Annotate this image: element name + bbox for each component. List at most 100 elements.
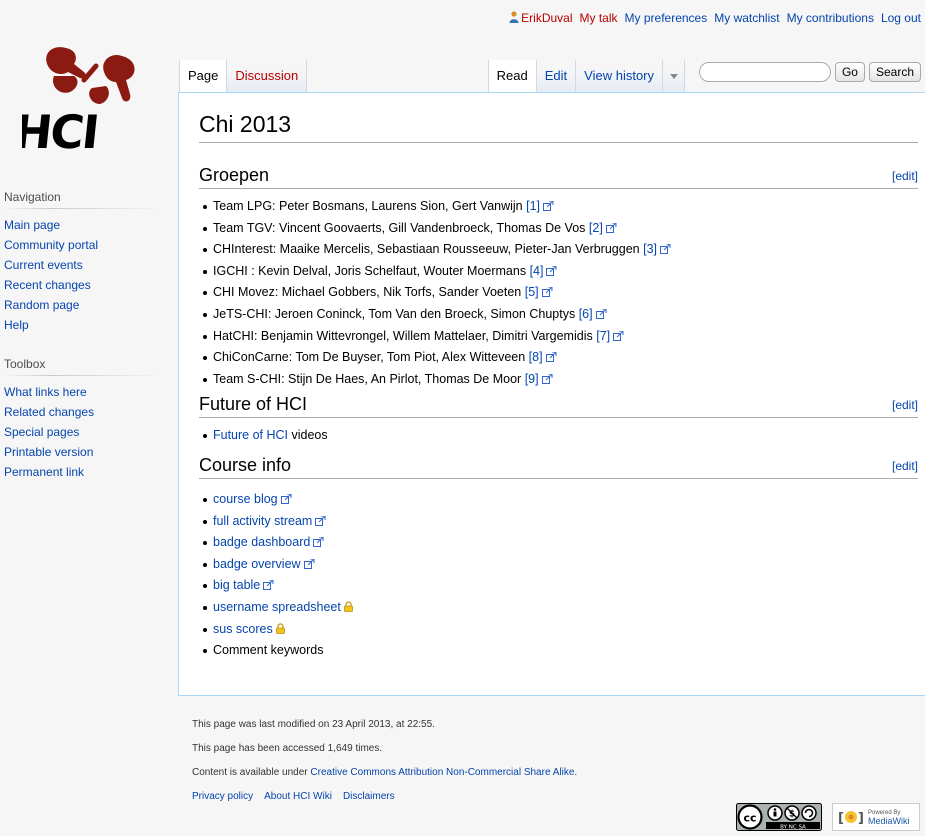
more-actions-menu[interactable] (663, 60, 685, 92)
tab-view-history[interactable]: View history (576, 60, 663, 92)
license-prefix: Content is available under (192, 767, 311, 778)
username-spreadsheet-link[interactable]: username spreadsheet (213, 600, 341, 614)
license-link[interactable]: Creative Commons Attribution Non-Commerc… (310, 767, 574, 778)
sidebar-link[interactable]: Help (4, 318, 29, 332)
view-tabs: Read Edit View history (487, 60, 685, 92)
my-contributions-link[interactable]: My contributions (787, 11, 874, 25)
external-ref-link[interactable]: [2] (589, 221, 603, 235)
logout-link[interactable]: Log out (881, 11, 921, 25)
sidebar-link[interactable]: Main page (4, 218, 60, 232)
sidebar-link[interactable]: Community portal (4, 238, 98, 252)
list-item: big table (203, 575, 918, 597)
site-logo[interactable]: HCI (11, 36, 160, 164)
edit-section-groepen-link[interactable]: [edit] (892, 169, 918, 183)
tab-edit-label: Edit (544, 68, 568, 83)
external-ref-link[interactable]: [6] (579, 307, 593, 321)
group-text: Team S-CHI: Stijn De Haes, An Pirlot, Th… (213, 371, 522, 386)
toolbox-portal: Toolbox What links here Related changes … (4, 357, 164, 482)
sidebar-item-special-pages[interactable]: Special pages (4, 422, 164, 442)
sidebar-link[interactable]: Printable version (4, 445, 93, 459)
sidebar-link[interactable]: What links here (4, 385, 87, 399)
section-heading-course-info: Course info (199, 455, 918, 479)
logo-text: HCI (22, 105, 100, 159)
tab-page[interactable]: Page (179, 60, 228, 92)
badge-overview-link[interactable]: badge overview (213, 557, 301, 571)
external-link-icon (541, 373, 553, 384)
my-preferences-link[interactable]: My preferences (625, 11, 708, 25)
disclaimers-link[interactable]: Disclaimers (343, 790, 395, 814)
big-table-link[interactable]: big table (213, 578, 260, 592)
go-button[interactable]: Go (834, 62, 865, 82)
external-ref-link[interactable]: [9] (525, 372, 539, 386)
sidebar-item-permanent-link[interactable]: Permanent link (4, 462, 164, 482)
sus-scores-link[interactable]: sus scores (213, 622, 273, 636)
sidebar-item-help[interactable]: Help (4, 315, 164, 335)
sidebar-link[interactable]: Recent changes (4, 278, 91, 292)
external-link-icon (613, 330, 624, 341)
comment-keywords-link[interactable]: Comment keywords (213, 643, 323, 657)
sidebar-item-random-page[interactable]: Random page (4, 295, 164, 315)
course-blog-link[interactable]: course blog (213, 492, 278, 506)
section-heading-groepen: Groepen (199, 165, 918, 189)
section-course-info: Course info [edit] course blog full acti… (199, 455, 918, 662)
sidebar-link[interactable]: Random page (4, 298, 79, 312)
tab-edit[interactable]: Edit (536, 60, 577, 92)
about-link[interactable]: About HCI Wiki (264, 790, 332, 814)
search-input[interactable] (698, 62, 831, 82)
external-link-icon (545, 352, 557, 363)
privacy-policy-link[interactable]: Privacy policy (192, 790, 253, 814)
content-area: Chi 2013 Groepen [edit] Team LPG: Peter … (178, 92, 925, 696)
sidebar-link[interactable]: Permanent link (4, 465, 84, 479)
svg-text:cc: cc (743, 812, 756, 825)
sidebar-link[interactable]: Special pages (4, 425, 79, 439)
sidebar-link[interactable]: Related changes (4, 405, 94, 419)
footer-icons: cc $ BY NC SA [ ] Powered By MediaWiki (736, 803, 920, 831)
list-item: IGCHI : Kevin Delval, Joris Schelfaut, W… (203, 261, 918, 283)
sidebar-item-what-links-here[interactable]: What links here (4, 382, 164, 402)
tab-read[interactable]: Read (487, 60, 537, 92)
external-ref-link[interactable]: [3] (643, 242, 657, 256)
badge-dashboard-link[interactable]: badge dashboard (213, 535, 310, 549)
external-ref-link[interactable]: [4] (530, 264, 544, 278)
sidebar-link[interactable]: Current events (4, 258, 83, 272)
external-link-icon (313, 537, 324, 548)
my-talk-link[interactable]: My talk (580, 11, 618, 25)
sidebar: Navigation Main page Community portal Cu… (4, 190, 164, 504)
list-item: course blog (203, 489, 918, 511)
user-menu[interactable]: ErikDuval (509, 11, 573, 25)
future-of-hci-link[interactable]: Future of HCI (213, 428, 288, 442)
activity-stream-link[interactable]: full activity stream (213, 514, 312, 528)
group-text: Team LPG: Peter Bosmans, Laurens Sion, G… (213, 199, 523, 213)
external-link-icon (605, 222, 617, 233)
list-item: full activity stream (203, 511, 918, 533)
edit-section-course-link[interactable]: [edit] (892, 459, 918, 473)
group-text: HatCHI: Benjamin Wittevrongel, Willem Ma… (213, 328, 593, 343)
namespace-tabs: Page Discussion (179, 60, 308, 92)
sidebar-item-main-page[interactable]: Main page (4, 215, 164, 235)
license-suffix: . (574, 767, 578, 778)
lock-icon (343, 601, 353, 612)
username-link[interactable]: ErikDuval (521, 11, 572, 25)
sidebar-item-printable-version[interactable]: Printable version (4, 442, 164, 462)
sidebar-item-recent-changes[interactable]: Recent changes (4, 275, 164, 295)
list-item: JeTS-CHI: Jeroen Coninck, Tom Van den Br… (203, 304, 918, 326)
external-ref-link[interactable]: [5] (525, 285, 539, 299)
search-button[interactable]: Search (868, 62, 921, 82)
list-item: CHInterest: Maaike Mercelis, Sebastiaan … (203, 239, 918, 261)
sidebar-item-related-changes[interactable]: Related changes (4, 402, 164, 422)
section-groepen: Groepen [edit] Team LPG: Peter Bosmans, … (199, 165, 918, 390)
list-item: Team S-CHI: Stijn De Haes, An Pirlot, Th… (203, 369, 918, 391)
tab-discussion[interactable]: Discussion (227, 60, 308, 92)
sidebar-item-community-portal[interactable]: Community portal (4, 235, 164, 255)
cc-license-badge[interactable]: cc $ BY NC SA (736, 803, 822, 831)
external-ref-link[interactable]: [8] (529, 350, 543, 364)
sidebar-item-current-events[interactable]: Current events (4, 255, 164, 275)
powered-by-mediawiki-badge[interactable]: [ ] Powered By MediaWiki (832, 803, 920, 831)
course-list: course blog full activity stream badge d… (199, 489, 918, 662)
navigation-list: Main page Community portal Current event… (4, 215, 164, 335)
external-ref-link[interactable]: [7] (596, 329, 610, 343)
edit-section-future-link[interactable]: [edit] (892, 398, 918, 412)
list-item: Comment keywords (203, 640, 918, 662)
my-watchlist-link[interactable]: My watchlist (714, 11, 779, 25)
external-ref-link[interactable]: [1] (526, 199, 540, 213)
